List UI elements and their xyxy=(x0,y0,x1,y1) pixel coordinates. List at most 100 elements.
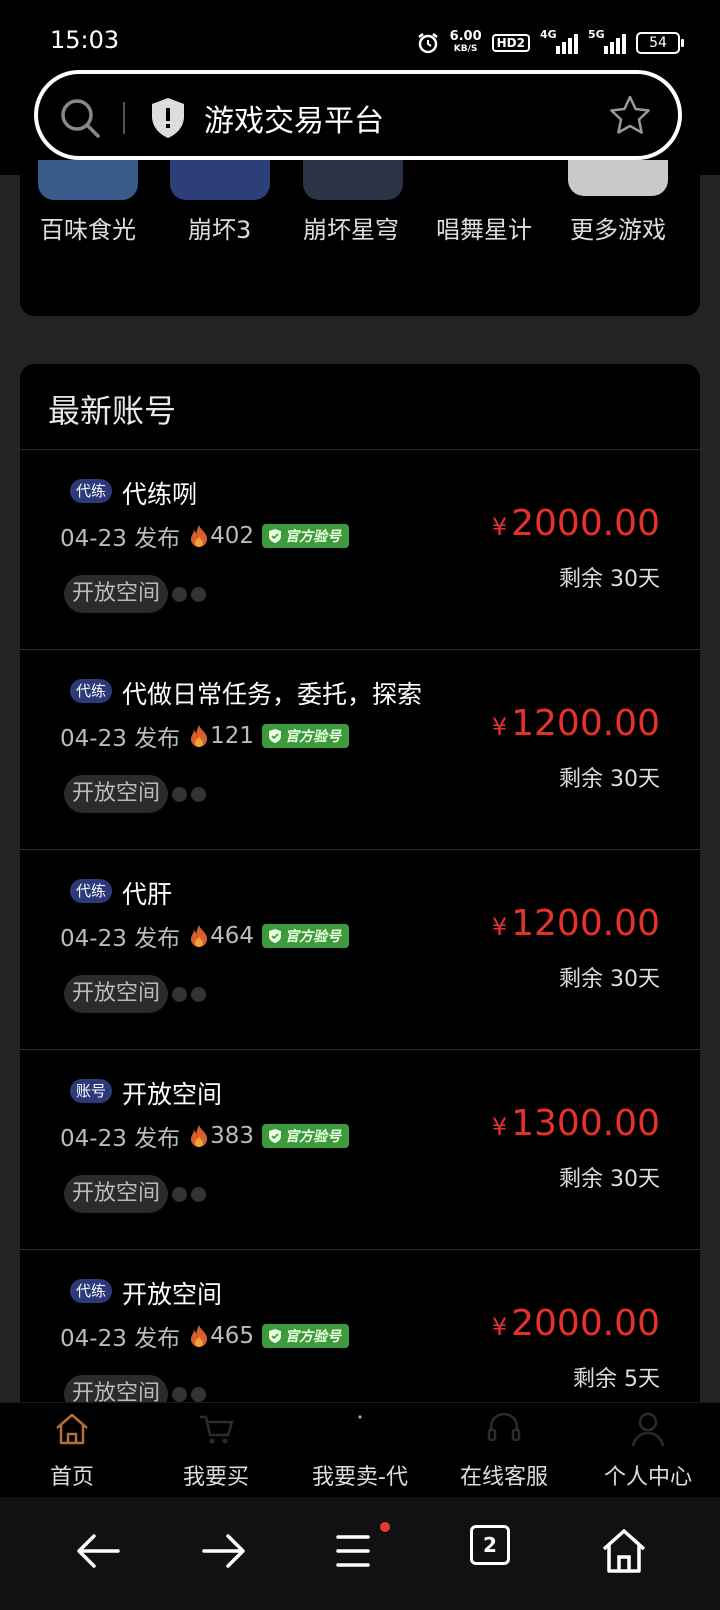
listing-type-tag: 代练 xyxy=(70,479,113,503)
official-verified-label: 官方验号 xyxy=(285,529,342,545)
price-value: 2000.00 xyxy=(511,1303,660,1344)
person-icon xyxy=(631,1412,665,1447)
listing-dots xyxy=(172,787,206,802)
home-nav-icon[interactable] xyxy=(600,1527,648,1575)
listing-remaining-days: 剩余 30天 xyxy=(559,567,660,592)
tabs-count-button[interactable]: 2 xyxy=(470,1525,510,1565)
game-label-1[interactable]: 崩坏3 xyxy=(188,210,298,245)
fire-icon xyxy=(191,1125,208,1147)
listing-remaining-days: 剩余 5天 xyxy=(573,1367,660,1392)
address-title: 游戏交易平台 xyxy=(204,104,384,139)
address-bar[interactable]: 游戏交易平台 xyxy=(34,70,682,160)
fire-icon xyxy=(191,525,208,547)
verified-shield-icon xyxy=(269,929,282,943)
tab-buy[interactable]: 我要买 xyxy=(144,1403,288,1498)
listing-remaining-days: 剩余 30天 xyxy=(559,1167,660,1192)
listing-price: ¥1200.00 xyxy=(492,903,660,944)
status-time: 15:03 xyxy=(50,26,120,54)
price-value: 1300.00 xyxy=(511,1103,660,1144)
tab-sell[interactable]: 我要卖-代 xyxy=(288,1403,432,1498)
tab-home[interactable]: 首页 xyxy=(0,1403,144,1498)
official-verified-label: 官方验号 xyxy=(285,729,342,745)
alarm-icon xyxy=(417,33,438,54)
official-verified-label: 官方验号 xyxy=(285,1329,342,1345)
listing-dots xyxy=(172,1387,206,1402)
listing-meta: 04-23 发布 383 官方验号 xyxy=(60,1119,350,1153)
listing-meta: 04-23 发布 464 官方验号 xyxy=(60,919,350,953)
currency-symbol: ¥ xyxy=(491,1113,508,1141)
listing-date: 04-23 发布 xyxy=(60,1126,181,1152)
listing-title[interactable]: 代做日常任务，委托，探索 xyxy=(122,675,422,711)
game-label-3[interactable]: 唱舞星计 xyxy=(436,210,536,245)
listing-type-tag: 账号 xyxy=(70,1079,113,1103)
listing-date: 04-23 发布 xyxy=(60,726,181,752)
official-verified-badge: 官方验号 xyxy=(262,1324,350,1348)
listing-item[interactable]: 账号 开放空间 04-23 发布 383 官方验号 开放空间 ¥1300.00 剩余 30天 xyxy=(20,1049,700,1250)
listing-title[interactable]: 开放空间 xyxy=(122,1275,222,1311)
home-icon xyxy=(56,1413,88,1445)
game-thumb-4[interactable] xyxy=(568,160,668,196)
listing-item[interactable]: 代练 代肝 04-23 发布 464 官方验号 开放空间 ¥1200.00 剩余 30天 xyxy=(20,849,700,1050)
listing-item[interactable]: 代练 代练咧 04-23 发布 402 官方验号开放空间 ¥2000.00 剩余 30天 xyxy=(20,449,700,650)
listing-meta: 04-23 发布 121 官方验号 xyxy=(60,719,350,753)
shield-icon xyxy=(152,98,184,138)
sell-icon xyxy=(358,1415,362,1419)
cart-icon xyxy=(200,1415,234,1444)
listing-meta: 04-23 发布 402 官方验号 xyxy=(60,519,350,553)
listing-views: 383 xyxy=(210,1123,255,1149)
listing-title[interactable]: 代肝 xyxy=(122,875,172,911)
price-value: 1200.00 xyxy=(511,703,660,744)
tab-profile-label: 个人中心 xyxy=(603,1465,692,1490)
listing-views: 464 xyxy=(210,923,255,949)
back-arrow-icon[interactable] xyxy=(74,1527,122,1575)
tab-profile[interactable]: 个人中心 xyxy=(576,1403,720,1498)
currency-symbol: ¥ xyxy=(491,713,508,741)
search-icon[interactable] xyxy=(58,96,102,140)
system-nav-bar: 2 xyxy=(0,1497,720,1610)
tab-service[interactable]: 在线客服 xyxy=(432,1403,576,1498)
game-thumb-3[interactable] xyxy=(436,160,536,200)
game-label-2[interactable]: 崩坏星穹 xyxy=(303,210,403,245)
forward-arrow-icon[interactable] xyxy=(200,1527,248,1575)
listing-server-chip: 开放空间 xyxy=(64,575,169,613)
listing-item[interactable]: 代练 开放空间 04-23 发布 465 官方验号 开放空间 ¥2000.00 剩余 5天 xyxy=(20,1249,700,1414)
listing-date: 04-23 发布 xyxy=(60,926,181,952)
listing-views: 465 xyxy=(210,1323,255,1349)
game-thumb-0[interactable] xyxy=(38,160,138,200)
game-thumb-1[interactable] xyxy=(170,160,270,200)
latest-accounts-card: 最新账号 代练 代练咧 04-23 发布 402 官方验号 开放空间 ¥2000.00 剩余 … xyxy=(20,364,700,1414)
tab-sell-label: 我要卖-代 xyxy=(312,1465,408,1490)
battery-icon: 54 xyxy=(636,32,684,54)
listing-date: 04-23 发布 xyxy=(60,1326,181,1352)
status-icons: 6.00 KB/S HD2 4G 5G 54 xyxy=(416,28,684,58)
listing-type-tag: 代练 xyxy=(70,679,113,703)
official-verified-badge: 官方验号 xyxy=(262,924,350,948)
signal-5g-label: 5G xyxy=(588,28,605,41)
verified-shield-icon xyxy=(269,1329,282,1343)
listing-price: ¥2000.00 xyxy=(492,503,660,544)
listing-item[interactable]: 代练 代做日常任务，委托，探索 04-23 发布 121 官方验号开放空间 ¥1200.0… xyxy=(20,649,700,850)
bottom-tab-bar: 首页 我要买 我要卖-代 在线客服 个人中心 xyxy=(0,1402,720,1498)
bookmark-star-icon[interactable] xyxy=(608,94,652,138)
listing-dots xyxy=(172,1187,206,1202)
listing-server-chip: 开放空间 xyxy=(64,1175,169,1213)
listing-title[interactable]: 开放空间 xyxy=(122,1075,222,1111)
price-value: 2000.00 xyxy=(511,503,660,544)
game-label-0[interactable]: 百味食光 xyxy=(40,210,150,245)
game-label-4[interactable]: 更多游戏 xyxy=(570,210,680,245)
listing-server-chip: 开放空间 xyxy=(64,775,169,813)
latest-accounts-heading: 最新账号 xyxy=(48,392,177,430)
menu-icon[interactable] xyxy=(334,1529,378,1573)
game-thumb-2[interactable] xyxy=(303,160,403,200)
listing-title[interactable]: 代练咧 xyxy=(122,475,197,511)
signal-5g-icon: 5G xyxy=(588,28,626,54)
listing-type-tag: 代练 xyxy=(70,1279,113,1303)
fire-icon xyxy=(191,1325,208,1347)
signal-4g-icon: 4G xyxy=(540,28,578,54)
listing-price: ¥2000.00 xyxy=(492,1303,660,1344)
listing-meta: 04-23 发布 465 官方验号 xyxy=(60,1319,350,1353)
currency-symbol: ¥ xyxy=(491,913,508,941)
headset-icon xyxy=(487,1412,521,1442)
net-speed: 6.00 KB/S xyxy=(450,30,482,56)
listing-price: ¥1200.00 xyxy=(492,703,660,744)
